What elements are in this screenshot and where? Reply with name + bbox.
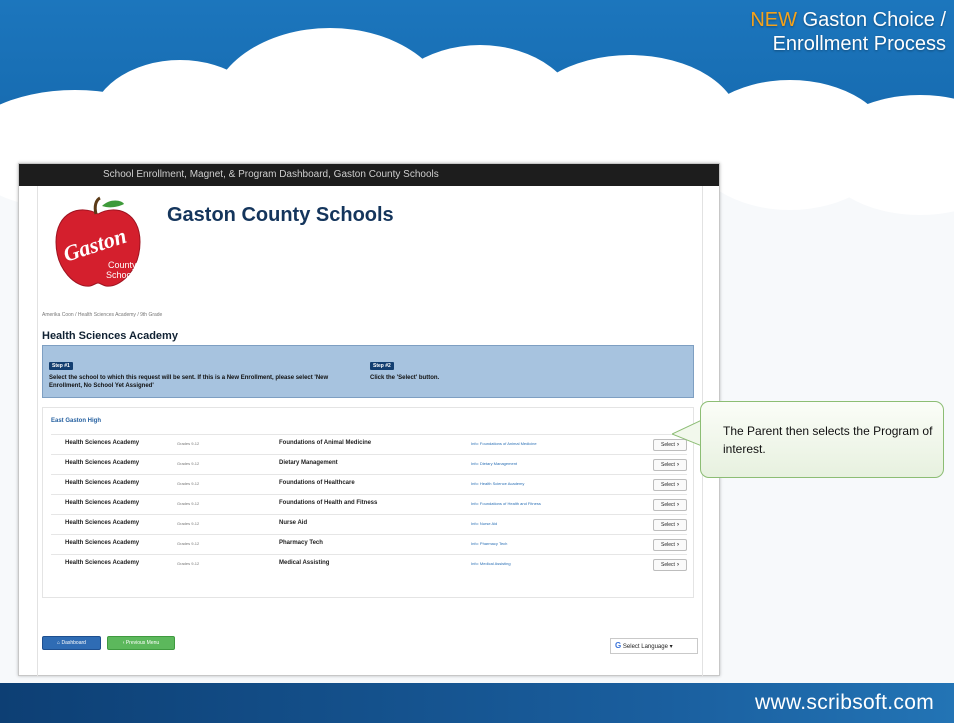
row-program: Dietary Management bbox=[279, 460, 338, 466]
row-info-link[interactable]: Info: Foundations of Animal Medicine bbox=[471, 441, 537, 446]
row-grades: Grades 9-12 bbox=[177, 481, 200, 486]
select-button[interactable]: Select › bbox=[653, 519, 687, 531]
dashboard-button[interactable]: ⌂ Dashboard bbox=[42, 636, 101, 650]
step-1: Step #1 Select the school to which this … bbox=[49, 354, 359, 390]
row-program: Medical Assisting bbox=[279, 560, 330, 566]
language-select[interactable]: G Select Language ▾ bbox=[610, 638, 698, 654]
program-row: Health Sciences Academy Grades 9-12 Medi… bbox=[51, 554, 687, 574]
caret-down-icon: ▾ bbox=[669, 644, 673, 650]
row-grades: Grades 9-12 bbox=[177, 561, 200, 566]
title-line2: Enrollment Process bbox=[772, 33, 946, 55]
program-row: Health Sciences Academy Grades 9-12 Diet… bbox=[51, 454, 687, 474]
steps-instruction-box: Step #1 Select the school to which this … bbox=[42, 345, 694, 398]
row-school: Health Sciences Academy bbox=[65, 520, 140, 526]
step-1-tag: Step #1 bbox=[49, 362, 73, 370]
select-button[interactable]: Select › bbox=[653, 459, 687, 471]
select-button[interactable]: Select › bbox=[653, 499, 687, 511]
row-info-link[interactable]: Info: Dietary Management bbox=[471, 461, 517, 466]
program-row: Health Sciences Academy Grades 9-12 Foun… bbox=[51, 434, 687, 454]
row-school: Health Sciences Academy bbox=[65, 500, 140, 506]
row-school: Health Sciences Academy bbox=[65, 540, 140, 546]
row-program: Foundations of Animal Medicine bbox=[279, 440, 372, 446]
row-school: Health Sciences Academy bbox=[65, 560, 140, 566]
program-row: Health Sciences Academy Grades 9-12 Foun… bbox=[51, 474, 687, 494]
row-program: Nurse Aid bbox=[279, 520, 308, 526]
school-title: Gaston County Schools bbox=[167, 204, 394, 226]
row-grades: Grades 9-12 bbox=[177, 521, 200, 526]
gaston-apple-logo-icon: Gaston County Schools bbox=[55, 196, 141, 287]
row-school: Health Sciences Academy bbox=[65, 460, 140, 466]
select-button[interactable]: Select › bbox=[653, 559, 687, 571]
footer-url: www.scribsoft.com bbox=[755, 691, 934, 714]
callout-text: The Parent then selects the Program of i… bbox=[723, 424, 933, 456]
row-info-link[interactable]: Info: Nurse Aid bbox=[471, 521, 497, 526]
row-school: Health Sciences Academy bbox=[65, 440, 140, 446]
callout-pointer bbox=[672, 419, 702, 447]
row-school: Health Sciences Academy bbox=[65, 480, 140, 486]
step-2-tag: Step #2 bbox=[370, 362, 394, 370]
callout-box: The Parent then selects the Program of i… bbox=[700, 401, 944, 478]
academy-heading: Health Sciences Academy bbox=[42, 330, 178, 342]
browser-top-bar: School Enrollment, Magnet, & Program Das… bbox=[19, 164, 719, 186]
chevron-right-icon: › bbox=[676, 462, 679, 468]
step-1-text: Select the school to which this request … bbox=[49, 375, 329, 389]
chevron-right-icon: › bbox=[676, 542, 679, 548]
row-info-link[interactable]: Info: Pharmacy Tech bbox=[471, 541, 507, 546]
chevron-right-icon: › bbox=[676, 502, 679, 508]
svg-text:County: County bbox=[108, 260, 137, 270]
chevron-right-icon: › bbox=[676, 562, 679, 568]
title-line1: Gaston Choice / bbox=[797, 9, 946, 31]
program-row: Health Sciences Academy Grades 9-12 Foun… bbox=[51, 494, 687, 514]
program-list-card: East Gaston High Health Sciences Academy… bbox=[42, 407, 694, 598]
previous-menu-button[interactable]: ‹ Previous Menu bbox=[107, 636, 175, 650]
screenshot-panel: School Enrollment, Magnet, & Program Das… bbox=[18, 163, 720, 677]
row-grades: Grades 9-12 bbox=[177, 541, 200, 546]
row-info-link[interactable]: Info: Foundations of Health and Fitness bbox=[471, 501, 541, 506]
row-info-link[interactable]: Info: Health Science Academy bbox=[471, 481, 524, 486]
title-new-label: NEW bbox=[750, 9, 798, 31]
row-grades: Grades 9-12 bbox=[177, 441, 200, 446]
step-2-text: Click the 'Select' button. bbox=[370, 375, 440, 381]
row-grades: Grades 9-12 bbox=[177, 461, 200, 466]
chevron-right-icon: › bbox=[676, 522, 679, 528]
slide-title: NEW Gaston Choice / Enrollment Process bbox=[750, 8, 946, 56]
page-content: Gaston County Schools Gaston County Scho… bbox=[37, 186, 703, 677]
step-2: Step #2 Click the 'Select' button. bbox=[370, 354, 570, 382]
row-program: Pharmacy Tech bbox=[279, 540, 323, 546]
school-group-heading: East Gaston High bbox=[51, 418, 102, 424]
program-row: Health Sciences Academy Grades 9-12 Phar… bbox=[51, 534, 687, 554]
google-g-icon: G bbox=[615, 641, 622, 650]
row-info-link[interactable]: Info: Medical Assisting bbox=[471, 561, 511, 566]
program-row: Health Sciences Academy Grades 9-12 Nurs… bbox=[51, 514, 687, 534]
svg-text:Schools: Schools bbox=[106, 270, 139, 280]
row-program: Foundations of Health and Fitness bbox=[279, 500, 378, 506]
faded-watermark-text bbox=[468, 208, 698, 298]
select-button[interactable]: Select › bbox=[653, 479, 687, 491]
chevron-right-icon: › bbox=[676, 482, 679, 488]
breadcrumb: Amerika Coon / Health Sciences Academy /… bbox=[42, 312, 163, 318]
row-program: Foundations of Healthcare bbox=[279, 480, 355, 486]
select-button[interactable]: Select › bbox=[653, 539, 687, 551]
row-grades: Grades 9-12 bbox=[177, 501, 200, 506]
